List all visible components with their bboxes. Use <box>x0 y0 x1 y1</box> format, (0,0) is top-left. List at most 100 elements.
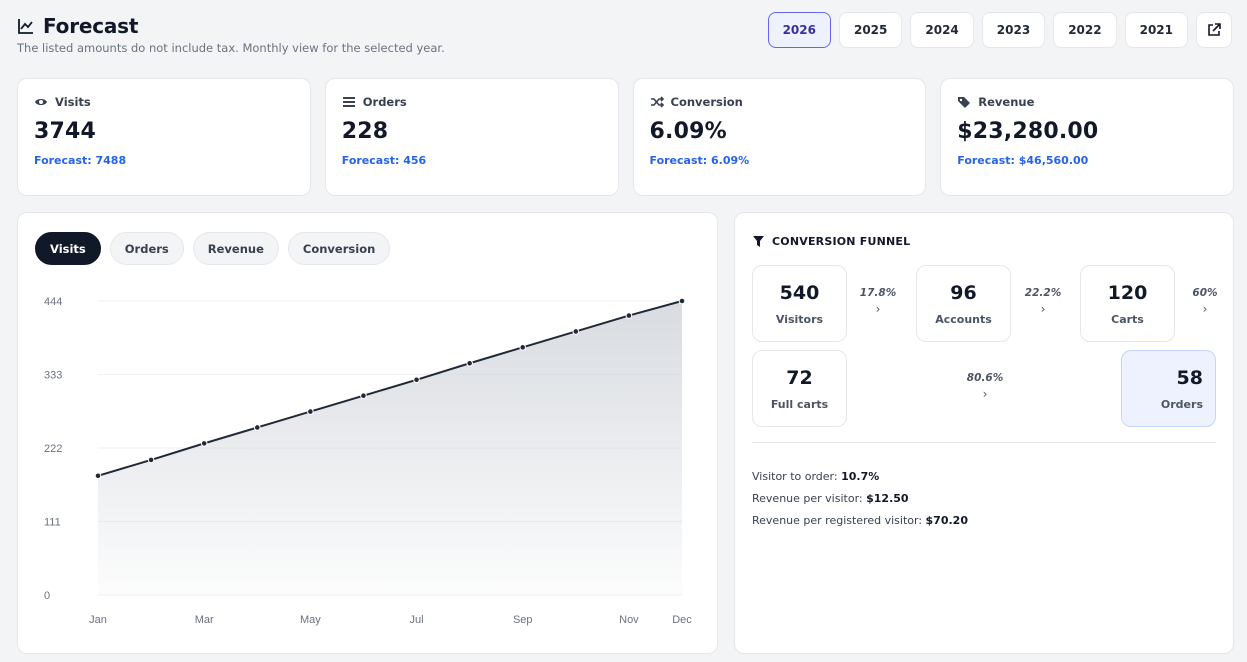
year-button-2023[interactable]: 2023 <box>981 12 1046 48</box>
year-button-2025[interactable]: 2025 <box>838 12 903 48</box>
x-tick-label: Jul <box>410 614 424 626</box>
funnel-step-value: 96 <box>950 282 977 304</box>
tags-icon <box>958 97 971 108</box>
chevron-right-icon: › <box>1040 302 1046 316</box>
funnel-step-label: Full carts <box>770 398 829 411</box>
list-icon <box>342 97 355 107</box>
funnel-step-value: 72 <box>786 367 813 389</box>
conversion-forecast: Forecast: 6.09% <box>649 154 750 167</box>
page-header: Forecast The listed amounts do not inclu… <box>17 12 1232 62</box>
stat-revenue-per-visitor: Revenue per visitor: $12.50 <box>752 488 968 510</box>
funnel-rate-1: 17.8% › <box>848 287 908 316</box>
chart-tabs: Visits Orders Revenue Conversion <box>35 232 391 265</box>
y-tick-label: 222 <box>44 443 62 455</box>
line-chart-icon <box>18 19 33 34</box>
year-button-2022[interactable]: 2022 <box>1053 12 1117 48</box>
conversion-value: 6.09% <box>649 119 727 144</box>
data-point <box>678 297 686 305</box>
data-point <box>519 344 527 351</box>
revenue-forecast: Forecast: $46,560.00 <box>957 154 1089 167</box>
conversion-card-label: Conversion <box>650 95 910 109</box>
shuffle-icon <box>650 96 664 108</box>
orders-card-label: Orders <box>342 95 602 109</box>
y-tick-label: 333 <box>44 370 62 382</box>
stat-label: Revenue per visitor: <box>752 492 867 505</box>
funnel-rate-4: 80.6% › <box>955 372 1015 401</box>
conversion-label: Conversion <box>670 95 743 109</box>
kpi-cards: Visits 3744 Forecast: 7488 Orders 228 Fo… <box>17 78 1234 196</box>
funnel-step-carts: 120 Carts <box>1080 265 1175 342</box>
data-point <box>307 408 314 415</box>
page-title: Forecast <box>43 14 139 38</box>
chart-tab-revenue[interactable]: Revenue <box>192 232 279 265</box>
funnel-step-value: 58 <box>1176 367 1203 389</box>
year-button-2026[interactable]: 2026 <box>767 12 831 48</box>
year-button-2021[interactable]: 2021 <box>1124 12 1188 48</box>
x-tick-label: May <box>300 614 321 626</box>
forecast-chart: 0 111 222 333 444 Jan Mar May Jul Sep Nov Dec <box>44 296 692 626</box>
funnel-step-value: 120 <box>1107 282 1148 304</box>
data-point <box>413 376 420 384</box>
chart-tab-orders[interactable]: Orders <box>109 232 184 265</box>
data-point <box>200 440 208 447</box>
funnel-rate-value: 22.2% <box>1024 287 1062 299</box>
chart-tab-visits[interactable]: Visits <box>35 232 101 265</box>
orders-label: Orders <box>362 95 407 109</box>
funnel-panel: CONVERSION FUNNEL 540 Visitors 17.8% › 9… <box>734 212 1234 654</box>
funnel-header: CONVERSION FUNNEL <box>753 235 910 248</box>
data-point <box>147 456 155 464</box>
filter-icon <box>753 236 764 247</box>
visits-forecast: Forecast: 7488 <box>34 154 127 167</box>
eye-icon <box>35 99 47 105</box>
stat-visitor-to-order: Visitor to order: 10.7% <box>752 466 968 488</box>
revenue-card-label: Revenue <box>957 95 1217 109</box>
funnel-rate-2: 22.2% › <box>1013 287 1073 316</box>
visits-value: 3744 <box>34 119 97 144</box>
data-point <box>625 312 633 319</box>
chevron-right-icon: › <box>982 387 988 401</box>
stat-value: 10.7% <box>841 470 880 483</box>
y-tick-label: 444 <box>44 296 62 308</box>
funnel-step-label: Visitors <box>775 313 824 326</box>
revenue-label: Revenue <box>978 95 1035 109</box>
funnel-rate-value: 17.8% <box>859 287 897 299</box>
year-button-2024[interactable]: 2024 <box>910 12 974 48</box>
chevron-right-icon: › <box>1202 302 1208 316</box>
data-point <box>466 359 473 367</box>
data-point <box>572 328 580 335</box>
orders-card: Orders 228 Forecast: 456 <box>324 78 619 196</box>
data-point <box>360 392 367 399</box>
funnel-step-label: Accounts <box>935 313 992 326</box>
funnel-rate-value: 60% <box>1192 287 1218 299</box>
chart-tab-conversion[interactable]: Conversion <box>287 232 391 265</box>
funnel-step-accounts: 96 Accounts <box>916 265 1011 342</box>
orders-value: 228 <box>341 119 389 144</box>
revenue-card: Revenue $23,280.00 Forecast: $46,560.00 <box>940 78 1234 196</box>
stat-value: $70.20 <box>925 514 968 527</box>
y-tick-label: 111 <box>44 517 61 529</box>
export-button[interactable] <box>1196 12 1232 48</box>
data-point <box>94 472 102 480</box>
funnel-step-label: Orders <box>1160 398 1203 411</box>
data-point <box>253 424 261 431</box>
funnel-step-orders: 58 Orders <box>1121 350 1216 427</box>
chevron-right-icon: › <box>875 302 881 316</box>
funnel-stats: Visitor to order: 10.7% Revenue per visi… <box>752 466 968 532</box>
external-link-icon <box>1208 23 1221 36</box>
y-tick-label: 0 <box>44 590 50 602</box>
funnel-step-value: 540 <box>779 282 820 304</box>
x-tick-label: Dec <box>672 614 692 626</box>
funnel-divider <box>752 442 1216 443</box>
funnel-step-label: Carts <box>1111 313 1144 326</box>
year-selector: 2026 2025 2024 2023 2022 2021 <box>767 12 1232 48</box>
visits-card: Visits 3744 Forecast: 7488 <box>17 78 311 196</box>
chart-panel: 0 111 222 333 444 Jan Mar May Jul Sep Nov Dec Visit… <box>17 212 718 654</box>
funnel-title: CONVERSION FUNNEL <box>772 235 911 248</box>
x-tick-label: Nov <box>619 614 639 626</box>
visits-label: Visits <box>55 95 91 109</box>
x-tick-label: Mar <box>195 614 214 626</box>
funnel-step-full-carts: 72 Full carts <box>752 350 847 427</box>
conversion-card: Conversion 6.09% Forecast: 6.09% <box>632 78 927 196</box>
funnel-rate-value: 80.6% <box>966 372 1004 384</box>
stat-revenue-per-registered-visitor: Revenue per registered visitor: $70.20 <box>752 510 968 532</box>
